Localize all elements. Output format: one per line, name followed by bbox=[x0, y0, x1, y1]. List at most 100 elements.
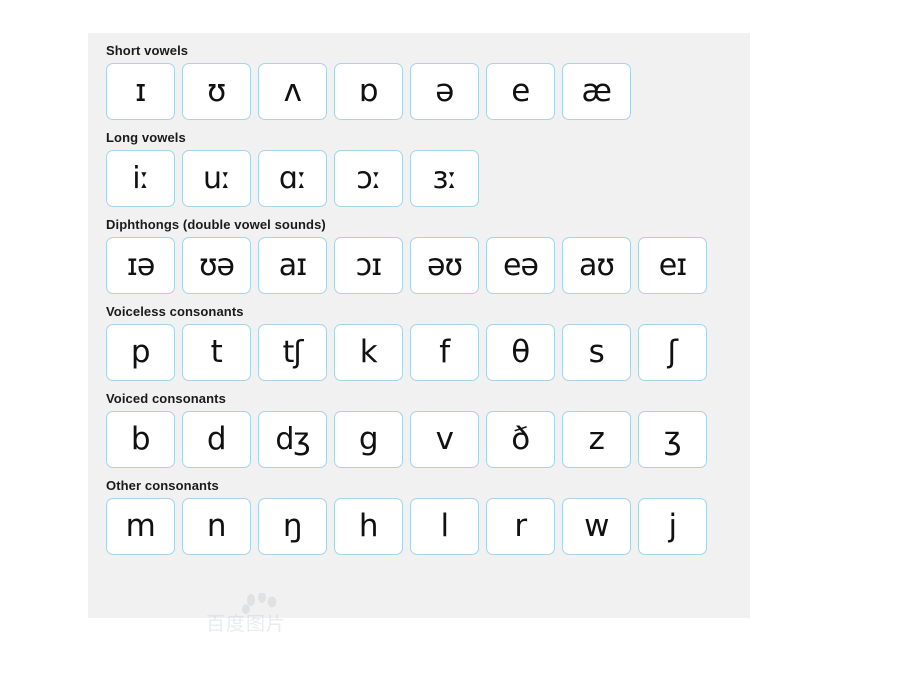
phoneme-tile[interactable]: uː bbox=[182, 150, 251, 207]
phoneme-symbol: ʃ bbox=[667, 334, 678, 370]
section-heading: Short vowels bbox=[106, 43, 189, 58]
phoneme-symbol: eə bbox=[503, 247, 539, 283]
phoneme-tile[interactable]: ʌ bbox=[258, 63, 327, 120]
section-heading: Long vowels bbox=[106, 130, 186, 145]
phoneme-tile[interactable]: ʒ bbox=[638, 411, 707, 468]
section-1: Short vowels ɪ ʊ ʌ ɒ ə e æ bbox=[88, 39, 750, 120]
phoneme-tile[interactable]: ɜː bbox=[410, 150, 479, 207]
phoneme-tile[interactable]: w bbox=[562, 498, 631, 555]
phoneme-symbol: dʒ bbox=[275, 421, 310, 457]
phoneme-symbol: ʊ bbox=[207, 73, 226, 109]
phoneme-symbol: b bbox=[130, 421, 151, 457]
phoneme-symbol: w bbox=[584, 508, 609, 544]
phoneme-symbol: ə bbox=[435, 73, 454, 109]
phoneme-symbol: ʌ bbox=[283, 73, 302, 109]
phoneme-tile[interactable]: ʃ bbox=[638, 324, 707, 381]
phoneme-symbol: θ bbox=[511, 334, 530, 370]
phoneme-tile[interactable]: tʃ bbox=[258, 324, 327, 381]
phoneme-tile[interactable]: ɪə bbox=[106, 237, 175, 294]
phoneme-tile[interactable]: iː bbox=[106, 150, 175, 207]
phoneme-tile[interactable]: ŋ bbox=[258, 498, 327, 555]
phoneme-symbol: z bbox=[588, 421, 605, 457]
phoneme-tile[interactable]: r bbox=[486, 498, 555, 555]
phoneme-tile[interactable]: v bbox=[410, 411, 479, 468]
phoneme-symbol: t bbox=[210, 334, 223, 370]
sections-container: Short vowels ɪ ʊ ʌ ɒ ə e æ Long vowels iː uː ɑː ɔː ɜː… bbox=[88, 39, 750, 555]
section-heading: Diphthongs (double vowel sounds) bbox=[106, 217, 326, 232]
phonetic-chart-panel: Short vowels ɪ ʊ ʌ ɒ ə e æ Long vowels iː uː ɑː ɔː ɜː… bbox=[88, 33, 750, 635]
section-3: Diphthongs (double vowel sounds) ɪə ʊə aɪ ɔɪ… bbox=[88, 213, 750, 294]
phoneme-symbol: r bbox=[514, 508, 527, 544]
phoneme-tile[interactable]: d bbox=[182, 411, 251, 468]
phoneme-tile[interactable]: əʊ bbox=[410, 237, 479, 294]
watermark: 百度图片 bbox=[206, 592, 356, 637]
phoneme-symbol: ɔɪ bbox=[355, 247, 383, 283]
phoneme-tile[interactable]: m bbox=[106, 498, 175, 555]
phoneme-symbol: aɪ bbox=[278, 247, 308, 283]
phoneme-tile[interactable]: ɑː bbox=[258, 150, 327, 207]
phoneme-tile[interactable]: eɪ bbox=[638, 237, 707, 294]
phoneme-symbol: j bbox=[668, 508, 677, 544]
section-4: Voiceless consonants p t tʃ k f θ s ʃ bbox=[88, 300, 750, 381]
phoneme-symbol: e bbox=[511, 73, 530, 109]
phoneme-symbol: n bbox=[206, 508, 227, 544]
watermark-text: 百度图片 bbox=[206, 613, 287, 635]
phoneme-symbol: m bbox=[125, 508, 156, 544]
phoneme-tile[interactable]: s bbox=[562, 324, 631, 381]
phoneme-symbol: ɑː bbox=[278, 160, 307, 196]
phoneme-tile[interactable]: ɪ bbox=[106, 63, 175, 120]
phoneme-symbol: eɪ bbox=[658, 247, 688, 283]
phoneme-tile[interactable]: ɔɪ bbox=[334, 237, 403, 294]
phoneme-symbol: ŋ bbox=[282, 508, 303, 544]
phoneme-tile[interactable]: e bbox=[486, 63, 555, 120]
phoneme-symbol: l bbox=[440, 508, 449, 544]
phoneme-symbol: tʃ bbox=[282, 334, 304, 370]
phoneme-symbol: ʒ bbox=[663, 421, 682, 457]
phoneme-symbol: ɜː bbox=[432, 160, 457, 196]
phoneme-tile[interactable]: k bbox=[334, 324, 403, 381]
phoneme-symbol: ɪə bbox=[126, 247, 156, 283]
phoneme-tile[interactable]: ɔː bbox=[334, 150, 403, 207]
phoneme-tile[interactable]: ɒ bbox=[334, 63, 403, 120]
phoneme-tile[interactable]: z bbox=[562, 411, 631, 468]
phoneme-tile[interactable]: æ bbox=[562, 63, 631, 120]
phoneme-tile[interactable]: ʊ bbox=[182, 63, 251, 120]
symbol-row: iː uː ɑː ɔː ɜː bbox=[106, 150, 750, 207]
phoneme-symbol: iː bbox=[132, 160, 149, 196]
phoneme-tile[interactable]: ð bbox=[486, 411, 555, 468]
phoneme-tile[interactable]: j bbox=[638, 498, 707, 555]
phoneme-symbol: ð bbox=[511, 421, 530, 457]
phoneme-tile[interactable]: p bbox=[106, 324, 175, 381]
section-heading: Other consonants bbox=[106, 478, 219, 493]
symbol-row: mnŋhlrwj bbox=[106, 498, 750, 555]
phoneme-tile[interactable]: n bbox=[182, 498, 251, 555]
phoneme-tile[interactable]: g bbox=[334, 411, 403, 468]
phoneme-symbol: ɔː bbox=[356, 160, 382, 196]
phoneme-tile[interactable]: θ bbox=[486, 324, 555, 381]
phoneme-tile[interactable]: h bbox=[334, 498, 403, 555]
phoneme-tile[interactable]: eə bbox=[486, 237, 555, 294]
phoneme-symbol: æ bbox=[581, 73, 612, 109]
phoneme-symbol: f bbox=[439, 334, 450, 370]
phoneme-tile[interactable]: f bbox=[410, 324, 479, 381]
phoneme-symbol: ɪ bbox=[134, 73, 147, 109]
phoneme-tile[interactable]: aɪ bbox=[258, 237, 327, 294]
phoneme-symbol: h bbox=[358, 508, 379, 544]
phoneme-tile[interactable]: ʊə bbox=[182, 237, 251, 294]
phoneme-symbol: s bbox=[588, 334, 605, 370]
watermark-logo-icon bbox=[242, 592, 282, 622]
phoneme-tile[interactable]: ə bbox=[410, 63, 479, 120]
phoneme-symbol: aʊ bbox=[579, 247, 615, 283]
phoneme-tile[interactable]: b bbox=[106, 411, 175, 468]
phoneme-tile[interactable]: l bbox=[410, 498, 479, 555]
section-5: Voiced consonants b d dʒ g v ð z ʒ bbox=[88, 387, 750, 468]
phoneme-tile[interactable]: aʊ bbox=[562, 237, 631, 294]
symbol-row: ɪə ʊə aɪ ɔɪ əʊ eə aʊ eɪ bbox=[106, 237, 750, 294]
phoneme-symbol: əʊ bbox=[427, 247, 463, 283]
phoneme-tile[interactable]: dʒ bbox=[258, 411, 327, 468]
section-heading: Voiceless consonants bbox=[106, 304, 244, 319]
phoneme-symbol: k bbox=[359, 334, 378, 370]
phoneme-symbol: uː bbox=[202, 160, 231, 196]
phoneme-symbol: v bbox=[435, 421, 454, 457]
phoneme-tile[interactable]: t bbox=[182, 324, 251, 381]
